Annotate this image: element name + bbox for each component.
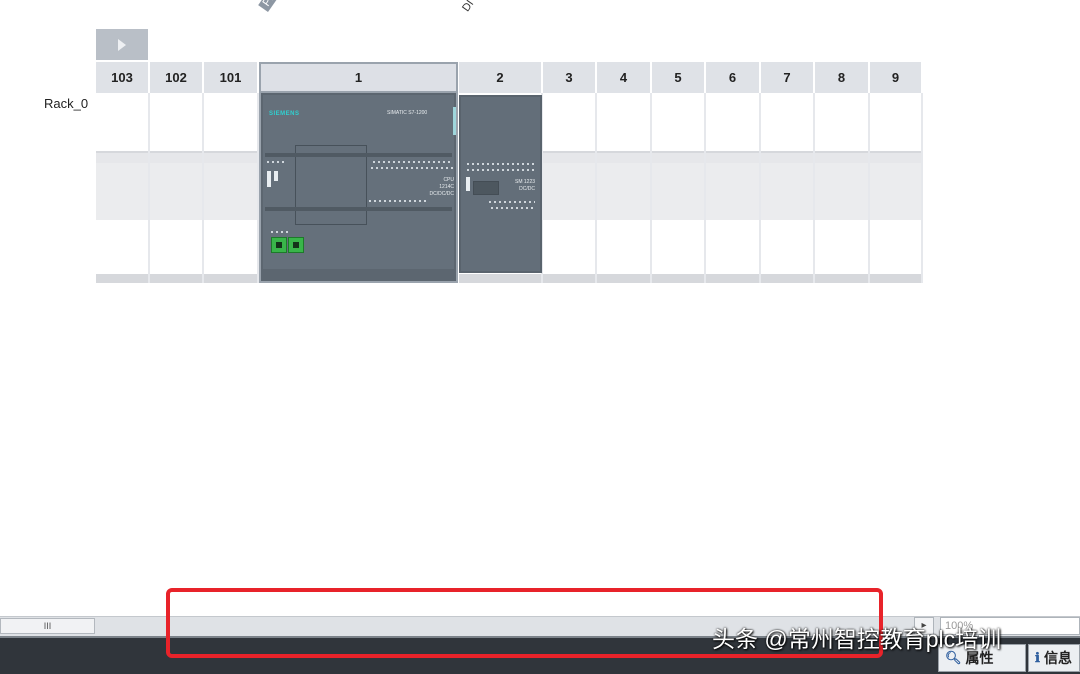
cpu-type-line1: CPU 1214C <box>439 177 454 190</box>
di-module-caption[interactable]: DI 8 <box>460 0 481 14</box>
slot-header-2: 2 <box>459 62 543 93</box>
slot-header-8: 8 <box>815 62 870 93</box>
di-labels-bottom <box>489 201 535 203</box>
slot-header-5: 5 <box>652 62 706 93</box>
cpu-type-line2: DC/DC/DC <box>429 191 454 197</box>
di-module[interactable]: SM 1223 DC/DC <box>459 95 542 273</box>
expand-rack-button[interactable] <box>96 29 148 60</box>
slot-header-103: 103 <box>96 62 150 93</box>
cpu-led-row <box>267 161 285 163</box>
cpu-lower-strip <box>265 207 452 211</box>
cpu-upper-strip <box>265 153 452 157</box>
scrollbar-grip: III <box>43 621 52 631</box>
cpu-stop-led-icon <box>274 171 278 181</box>
cpu-module[interactable]: SIEMENS SIMATIC S7-1200 CPU 1214C DC/DC/… <box>259 93 458 283</box>
tab-info[interactable]: ℹ︎ 信息 <box>1028 644 1080 672</box>
cpu-cover-frame <box>295 145 367 225</box>
slot-5[interactable] <box>652 93 706 283</box>
slot-header-4: 4 <box>597 62 652 93</box>
cpu-do-labels <box>369 200 429 202</box>
slot-header-101: 101 <box>204 62 259 93</box>
slot-103[interactable] <box>96 93 150 283</box>
di-type: SM 1223 DC/DC <box>515 179 535 193</box>
slot-102[interactable] <box>150 93 204 283</box>
cpu-model: SIMATIC S7-1200 <box>387 110 428 116</box>
slot-7[interactable] <box>761 93 815 283</box>
horizontal-scrollbar-thumb[interactable]: III <box>0 618 95 634</box>
cpu-di-labels <box>371 167 455 169</box>
cpu-port-labels <box>271 231 291 233</box>
slot-header-102: 102 <box>150 62 204 93</box>
slot-header-1: 1 <box>259 62 458 93</box>
tab-info-label: 信息 <box>1043 650 1072 666</box>
slot-header-9: 9 <box>870 62 923 93</box>
slot-header-3: 3 <box>543 62 597 93</box>
slot-9[interactable] <box>870 93 923 283</box>
di-terminals-bottom <box>491 207 535 209</box>
cpu-face: SIEMENS SIMATIC S7-1200 CPU 1214C DC/DC/… <box>263 95 456 269</box>
profinet-port-2-icon[interactable] <box>288 237 304 253</box>
di-type-line2: DC/DC <box>519 186 536 192</box>
profinet-port-1-icon[interactable] <box>271 237 287 253</box>
di-face: SM 1223 DC/DC <box>461 97 540 271</box>
cpu-type: CPU 1214C DC/DC/DC <box>429 177 454 198</box>
di-type-line1: SM 1223 <box>515 179 536 185</box>
di-labels-top <box>467 169 537 171</box>
slot-3[interactable] <box>543 93 597 283</box>
di-terminals-top <box>467 163 537 165</box>
play-arrow-icon <box>118 38 126 51</box>
cpu-brand: SIEMENS <box>269 111 300 117</box>
slot-header-6: 6 <box>706 62 761 93</box>
slot-6[interactable] <box>706 93 761 283</box>
info-icon: ℹ︎ <box>1035 650 1040 665</box>
slot-4[interactable] <box>597 93 652 283</box>
slot-101[interactable] <box>204 93 259 283</box>
cpu-run-led-icon <box>267 171 271 187</box>
watermark: 头条 @常州智控教育plc培训 <box>712 626 1002 652</box>
plc-module-caption[interactable]: PLC_ <box>258 0 289 12</box>
slot-8[interactable] <box>815 93 870 283</box>
di-label-slot <box>473 181 499 195</box>
di-status-led-icon <box>466 177 470 191</box>
cpu-di-terminals <box>373 161 453 163</box>
slot-header-7: 7 <box>761 62 815 93</box>
rack-name: Rack_0 <box>44 96 89 111</box>
cpu-status-bar <box>453 107 456 135</box>
